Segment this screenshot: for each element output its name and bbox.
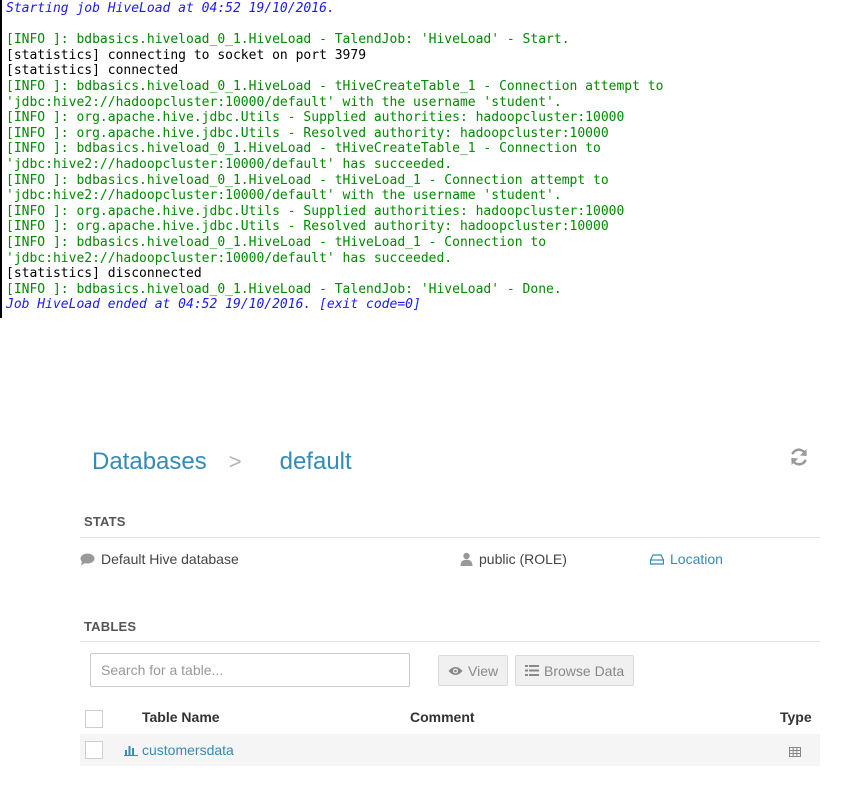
- console-line: [INFO ]: bdbasics.hiveload_0_1.HiveLoad …: [6, 32, 570, 48]
- select-all-checkbox[interactable]: [85, 710, 103, 728]
- eye-icon: [448, 666, 463, 676]
- table-search-input[interactable]: [90, 653, 410, 687]
- console-line: [INFO ]: org.apache.hive.jdbc.Utils - Re…: [6, 219, 609, 235]
- column-header-table-name[interactable]: Table Name: [142, 709, 220, 725]
- console-line: [INFO ]: bdbasics.hiveload_0_1.HiveLoad …: [6, 234, 547, 250]
- row-select-checkbox[interactable]: [85, 741, 103, 759]
- tables-divider: [80, 641, 820, 642]
- comment-icon: [80, 553, 95, 566]
- console-line: [statistics] disconnected: [6, 266, 202, 282]
- database-description-text: Default Hive database: [101, 551, 239, 567]
- table-name-link[interactable]: customersdata: [142, 742, 234, 758]
- console-line: [statistics] connected: [6, 63, 179, 79]
- database-owner: public (ROLE): [460, 551, 567, 567]
- console-line: [INFO ]: org.apache.hive.jdbc.Utils - Re…: [6, 125, 609, 141]
- refresh-button[interactable]: [788, 446, 810, 468]
- console-line: [INFO ]: bdbasics.hiveload_0_1.HiveLoad …: [6, 78, 664, 94]
- console-line: Starting job HiveLoad at 04:52 19/10/201…: [6, 1, 335, 16]
- tables-heading: TABLES: [84, 619, 137, 634]
- console-line: [INFO ]: org.apache.hive.jdbc.Utils - Su…: [6, 203, 625, 219]
- console-line: [INFO ]: org.apache.hive.jdbc.Utils - Su…: [6, 110, 625, 126]
- console-line: [INFO ]: bdbasics.hiveload_0_1.HiveLoad …: [6, 281, 562, 297]
- table-icon: [789, 744, 801, 762]
- console-line: [INFO ]: bdbasics.hiveload_0_1.HiveLoad …: [6, 172, 609, 188]
- console-line: 'jdbc:hive2://hadoopcluster:10000/defaul…: [6, 156, 453, 172]
- breadcrumb-databases-link[interactable]: Databases: [92, 448, 207, 476]
- console-line: 'jdbc:hive2://hadoopcluster:10000/defaul…: [6, 250, 453, 266]
- database-description: Default Hive database: [80, 551, 239, 567]
- stats-heading: STATS: [84, 514, 126, 529]
- stats-divider: [80, 537, 820, 538]
- breadcrumb: Databases > default: [92, 448, 352, 476]
- view-button[interactable]: View: [438, 655, 509, 686]
- database-owner-text: public (ROLE): [479, 551, 567, 567]
- breadcrumb-separator: >: [228, 449, 242, 474]
- console-line: 'jdbc:hive2://hadoopcluster:10000/defaul…: [6, 94, 562, 110]
- list-icon: [525, 665, 539, 676]
- console-line: 'jdbc:hive2://hadoopcluster:10000/defaul…: [6, 188, 562, 204]
- location-link[interactable]: Location: [650, 551, 723, 567]
- breadcrumb-current-database[interactable]: default: [280, 448, 352, 476]
- console-line: [statistics] connecting to socket on por…: [6, 47, 367, 63]
- hdd-icon: [650, 553, 664, 565]
- column-header-type[interactable]: Type: [780, 709, 812, 725]
- column-header-comment[interactable]: Comment: [410, 709, 475, 725]
- user-icon: [460, 552, 473, 566]
- location-link-text: Location: [670, 551, 723, 567]
- refresh-icon: [791, 448, 807, 466]
- view-button-label: View: [468, 662, 499, 679]
- job-console-log: Starting job HiveLoad at 04:52 19/10/201…: [0, 0, 853, 318]
- browse-data-button-label: Browse Data: [544, 662, 625, 679]
- bar-chart-icon[interactable]: [124, 743, 138, 761]
- browse-data-button[interactable]: Browse Data: [515, 655, 635, 686]
- console-line: [INFO ]: bdbasics.hiveload_0_1.HiveLoad …: [6, 141, 601, 157]
- console-line: Job HiveLoad ended at 04:52 19/10/2016. …: [6, 297, 421, 313]
